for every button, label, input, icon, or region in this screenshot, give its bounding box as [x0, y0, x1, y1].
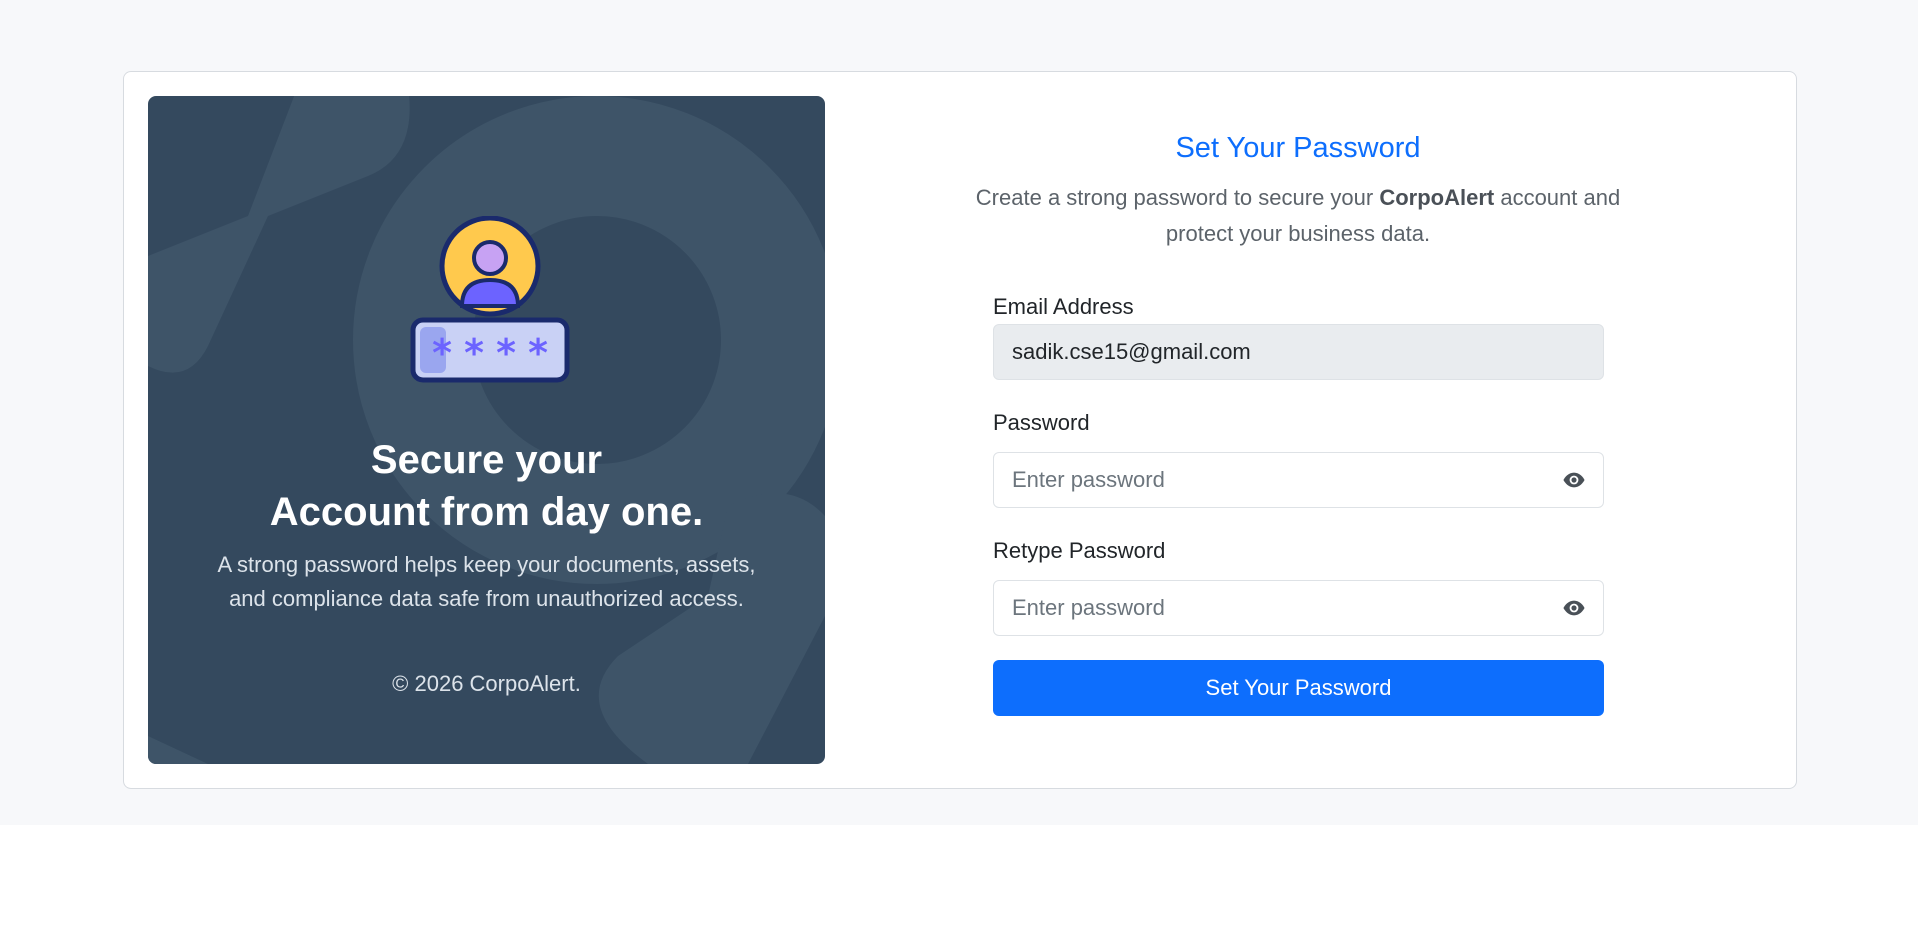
user-password-icon: * * * *: [410, 216, 570, 383]
svg-text:*: *: [464, 331, 484, 375]
hero-title-line-1: Secure your: [370, 438, 603, 482]
form-title: Set Your Password: [1175, 132, 1421, 164]
hero-title: Secure your Account from day one.: [148, 434, 825, 538]
brand-name: CorpoAlert: [1379, 185, 1495, 210]
copyright-footer: © 2026 CorpoAlert.: [392, 671, 581, 696]
password-input[interactable]: Enter password: [993, 452, 1604, 508]
svg-text:*: *: [528, 331, 548, 375]
hero-decoration: [148, 96, 825, 764]
form-subtitle-text-start: Create a strong password to secure your: [975, 185, 1380, 210]
svg-text:*: *: [496, 331, 516, 375]
retype-password-label: Retype Password: [993, 538, 1166, 563]
svg-text:*: *: [432, 331, 452, 375]
hero-title-line-2: Account from day one.: [269, 490, 704, 534]
set-password-button[interactable]: Set Your Password: [993, 660, 1604, 716]
hero-description: A strong password helps keep your docume…: [217, 552, 756, 611]
hero-panel: * * * * Secure your Account from day one…: [148, 96, 825, 764]
email-field[interactable]: sadik.cse15@gmail.com: [993, 324, 1604, 380]
eye-icon[interactable]: [1563, 471, 1585, 489]
password-placeholder: Enter password: [1012, 467, 1165, 492]
retype-password-input[interactable]: Enter password: [993, 580, 1604, 636]
retype-password-placeholder: Enter password: [1012, 595, 1165, 620]
password-label: Password: [993, 410, 1090, 435]
email-value: sadik.cse15@gmail.com: [1012, 339, 1251, 364]
email-label: Email Address: [993, 294, 1134, 319]
form-subtitle: Create a strong password to secure your …: [940, 180, 1656, 252]
eye-icon[interactable]: [1563, 599, 1585, 617]
